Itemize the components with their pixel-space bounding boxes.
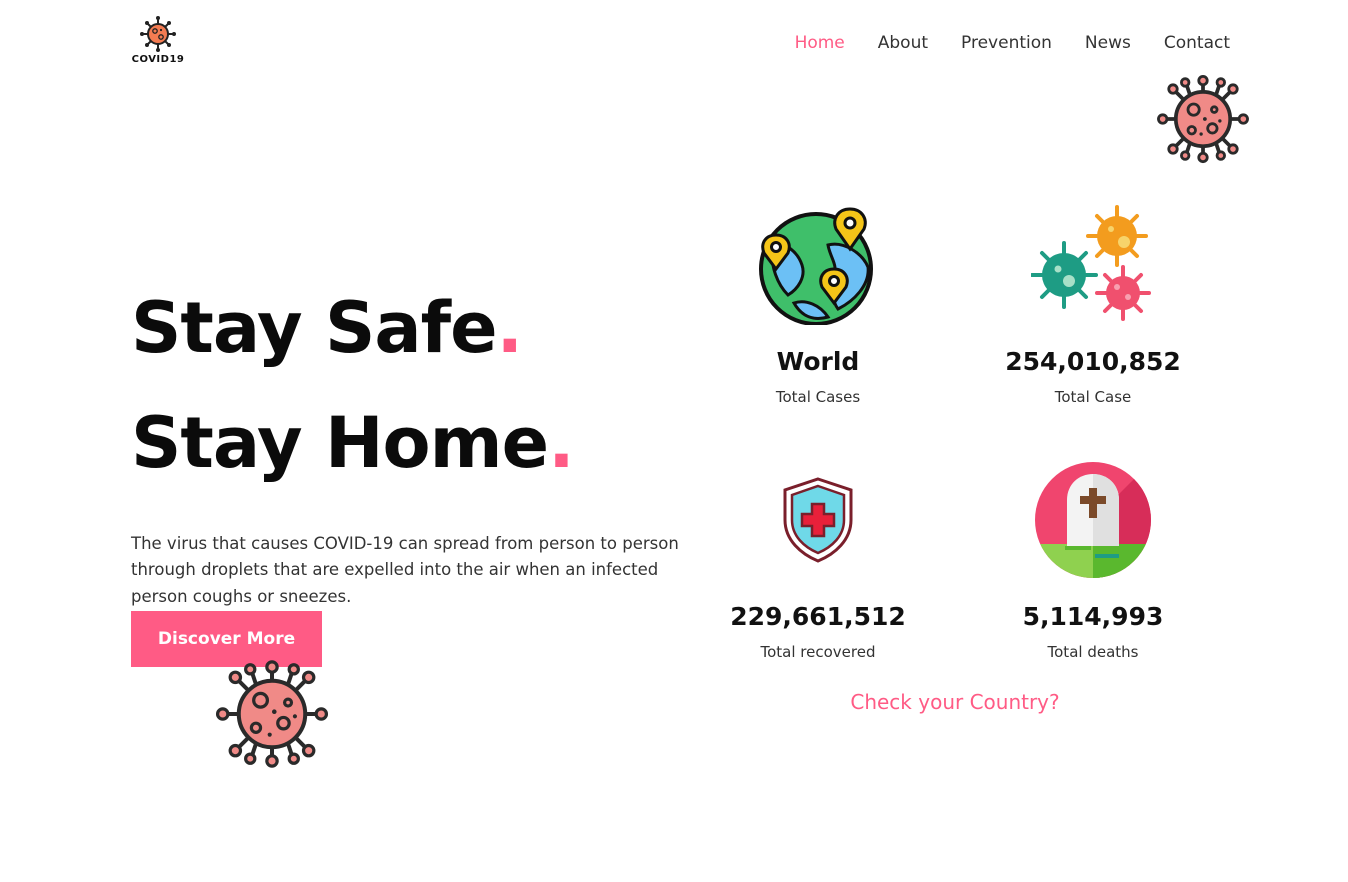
- virus-decoration-top-icon: [1156, 74, 1250, 168]
- hero-title-dot-1: .: [496, 287, 524, 369]
- nav-contact[interactable]: Contact: [1164, 33, 1230, 53]
- globe-icon: [688, 205, 948, 325]
- hero-title-dot-2: .: [548, 402, 575, 484]
- nav-home[interactable]: Home: [795, 33, 845, 53]
- stat-label: Total Cases: [775, 388, 861, 406]
- nav-news[interactable]: News: [1085, 33, 1131, 53]
- nav-prevention[interactable]: Prevention: [961, 33, 1052, 53]
- stat-card-deaths: 5,114,993 Total deaths: [963, 460, 1223, 661]
- hero-title-line2-text: Stay Home: [131, 402, 549, 484]
- stat-value: 254,010,852: [1005, 347, 1181, 376]
- main-nav: Home About Prevention News Contact: [762, 33, 1230, 53]
- shield-cross-icon: [688, 460, 948, 580]
- nav-about[interactable]: About: [878, 33, 928, 53]
- stat-card-world: World Total Cases: [688, 205, 948, 406]
- virus-logo-icon: [140, 16, 176, 52]
- brand-logo[interactable]: COVID19: [131, 15, 185, 67]
- hero-title-line1-text: Stay Safe: [131, 287, 498, 369]
- logo-text: COVID19: [131, 54, 185, 65]
- stat-card-recovered: 229,661,512 Total recovered: [688, 460, 948, 661]
- hero-title-line1: Stay Safe.: [131, 293, 523, 363]
- viruses-icon: [963, 205, 1223, 325]
- stat-card-total-case: 254,010,852 Total Case: [963, 205, 1223, 406]
- stat-label: Total Case: [1054, 388, 1132, 406]
- hero-description: The virus that causes COVID-19 can sprea…: [131, 533, 679, 606]
- grave-icon: [963, 460, 1223, 580]
- stat-label: Total recovered: [760, 643, 876, 661]
- hero-title-line2: Stay Home.: [131, 408, 575, 478]
- stat-value: World: [776, 347, 860, 376]
- stat-label: Total deaths: [1047, 643, 1139, 661]
- page: COVID19 Home About Prevention News Conta…: [0, 0, 1348, 882]
- virus-decoration-bottom-icon: [214, 659, 330, 773]
- check-country-link[interactable]: Check your Country?: [755, 690, 1155, 714]
- stat-value: 5,114,993: [1022, 602, 1164, 631]
- stat-value: 229,661,512: [730, 602, 906, 631]
